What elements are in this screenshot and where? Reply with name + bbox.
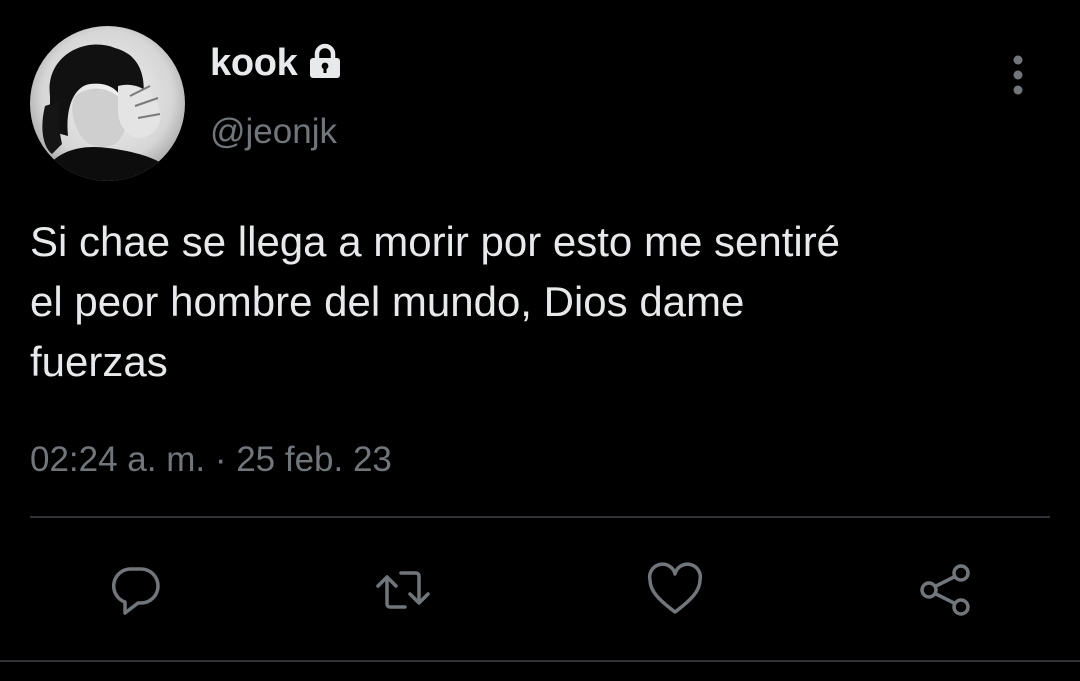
avatar[interactable] [30, 26, 185, 181]
divider [30, 516, 1050, 518]
retweet-icon [376, 571, 430, 609]
lock-icon [306, 43, 344, 81]
retweet-button[interactable] [368, 555, 438, 625]
tweet-actions [0, 555, 1080, 625]
user-handle[interactable]: @jeonjk [210, 112, 337, 152]
divider-bottom [0, 660, 1080, 662]
reply-button[interactable] [100, 555, 170, 625]
tweet-timestamp[interactable]: 02:24 a. m. · 25 feb. 23 [30, 440, 392, 480]
avatar-image [30, 26, 185, 181]
heart-icon [647, 562, 703, 614]
tweet-card: kook @jeonjk Si chae se llega a morir po… [0, 0, 1080, 681]
share-button[interactable] [910, 555, 980, 625]
author-name-row: kook [210, 42, 344, 85]
like-button[interactable] [640, 555, 710, 625]
more-vertical-icon[interactable] [1000, 52, 1036, 98]
reply-icon [111, 567, 160, 615]
tweet-text: Si chae se llega a morir por esto me sen… [30, 218, 841, 385]
display-name[interactable]: kook [210, 42, 298, 85]
share-icon [920, 564, 970, 616]
